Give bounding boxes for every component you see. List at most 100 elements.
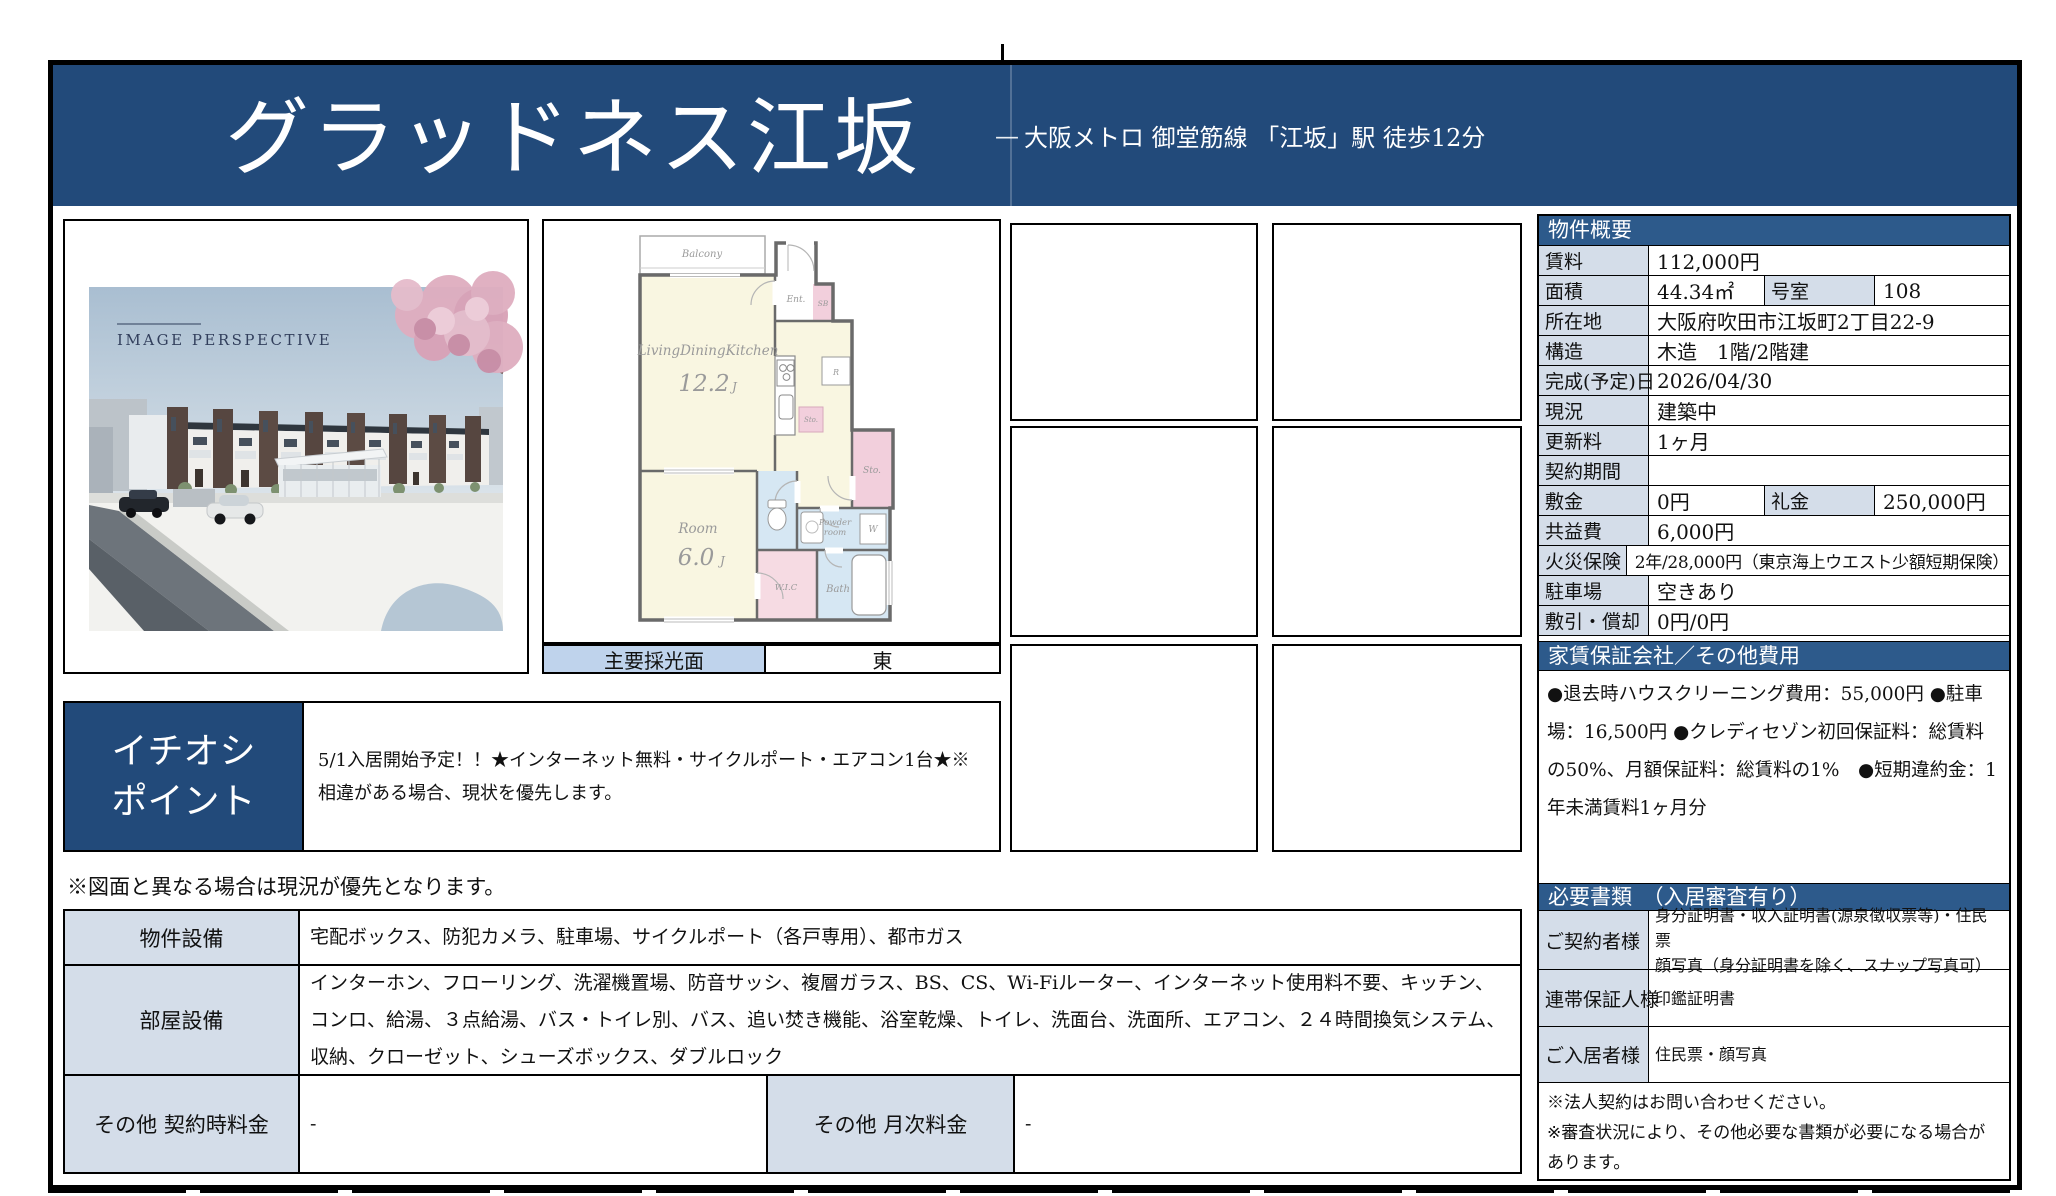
row-value: 0円/0円 <box>1649 606 2009 635</box>
overview-row: 火災保険2年/28,000円（東京海上ウエスト少額短期保険） <box>1539 546 2009 576</box>
guarantee-body: ●退去時ハウスクリーニング費用：55,000円 ●駐車場：16,500円 ●クレ… <box>1539 671 2009 884</box>
row-label: 面積 <box>1539 276 1649 305</box>
row-label: 駐車場 <box>1539 576 1649 605</box>
property-title: グラッドネス江坂 <box>225 65 921 206</box>
perspective-image: IMAGE PERSPECTIVE <box>65 221 527 672</box>
overview-row: 共益費6,000円 <box>1539 516 2009 546</box>
row-value: 2年/28,000円（東京海上ウエスト少額短期保険） <box>1627 546 2009 575</box>
other-contract-value: - <box>300 1076 768 1172</box>
row-label: 共益費 <box>1539 516 1649 545</box>
lighting-row: 主要採光面 東 <box>542 644 1001 674</box>
documents-notes: ※法人契約はお問い合わせください。 ※審査状況により、その他必要な書類が必要にな… <box>1539 1083 2009 1179</box>
other-fees-row: その他 契約時料金 - その他 月次料金 - <box>65 1076 1520 1172</box>
other-contract-label: その他 契約時料金 <box>65 1076 300 1172</box>
row-label: 部屋設備 <box>65 966 300 1074</box>
section-overview: 物件概要 <box>1539 216 2009 246</box>
row-value: 6,000円 <box>1649 516 2009 545</box>
document-row: 連帯保証人様印鑑証明書 <box>1539 970 2009 1027</box>
room-label: Room <box>677 521 717 537</box>
row-label: 所在地 <box>1539 306 1649 335</box>
fridge-label: R <box>832 368 839 377</box>
image-placeholder-1 <box>1010 223 1258 421</box>
dash-mark: — <box>995 122 1019 150</box>
overview-row: 更新料1ヶ月 <box>1539 426 2009 456</box>
property-summary-panel: 物件概要 賃料112,000円 面積 44.34㎡ 号室 108 所在地大阪府吹… <box>1537 214 2011 1181</box>
row-value: 建築中 <box>1649 396 2009 425</box>
overview-row: 完成(予定)日2026/04/30 <box>1539 366 2009 396</box>
row-label: ご契約者様 <box>1539 911 1649 969</box>
room-size: 6.0 <box>678 545 715 571</box>
lighting-value: 東 <box>766 646 999 672</box>
image-placeholder-2 <box>1272 223 1522 421</box>
equipment-row: 物件設備 宅配ボックス、防犯カメラ、駐車場、サイクルポート（各戸専用）、都市ガス <box>65 911 1520 966</box>
document-row: ご契約者様身分証明書・収入証明書(源泉徴収票等)・住民票 顔写真（身分証明書を除… <box>1539 911 2009 970</box>
row-label-2: 号室 <box>1765 276 1875 305</box>
row-label: 火災保険 <box>1539 546 1627 575</box>
pickup-section: イチオシ ポイント 5/1入居開始予定！！★インターネット無料・サイクルポート・… <box>63 701 1001 852</box>
wic-label: W.I.C <box>775 583 798 593</box>
ldk-size: 12.2 <box>678 371 729 397</box>
other-monthly-label: その他 月次料金 <box>768 1076 1015 1172</box>
storage-small-label: Sto. <box>804 416 818 424</box>
balcony-label: Balcony <box>681 249 723 260</box>
row-value: 印鑑証明書 <box>1649 970 2009 1026</box>
row-label: 完成(予定)日 <box>1539 366 1649 395</box>
overview-row: 賃料112,000円 <box>1539 246 2009 276</box>
overview-row: 駐車場空きあり <box>1539 576 2009 606</box>
row-value: 木造 1階/2階建 <box>1649 336 2009 365</box>
row-value: 身分証明書・収入証明書(源泉徴収票等)・住民票 顔写真（身分証明書を除く、スナッ… <box>1649 911 2009 969</box>
flyer-frame: グラッドネス江坂 — 大阪メトロ 御堂筋線 「江坂」駅 徒歩12分 <box>48 60 2022 1190</box>
row-value: 空きあり <box>1649 576 2009 605</box>
row-label: 構造 <box>1539 336 1649 365</box>
row-label-2: 礼金 <box>1765 486 1875 515</box>
row-label: 契約期間 <box>1539 456 1649 485</box>
header: グラッドネス江坂 — 大阪メトロ 御堂筋線 「江坂」駅 徒歩12分 <box>53 65 2017 206</box>
other-monthly-value: - <box>1015 1076 1520 1172</box>
pickup-title: イチオシ ポイント <box>65 703 304 850</box>
powder-label-1: Powder <box>818 518 852 528</box>
lighting-label: 主要採光面 <box>544 646 766 672</box>
row-label: 連帯保証人様 <box>1539 970 1649 1026</box>
exterior-photo: IMAGE PERSPECTIVE <box>63 219 529 674</box>
bath-label: Bath <box>825 584 850 595</box>
pickup-body: 5/1入居開始予定！！★インターネット無料・サイクルポート・エアコン1台★※相違… <box>304 703 999 850</box>
overview-row: 敷金 0円 礼金 250,000円 <box>1539 486 2009 516</box>
image-placeholder-6 <box>1272 644 1522 852</box>
row-label: 更新料 <box>1539 426 1649 455</box>
crop-mark-top <box>1001 44 1004 60</box>
row-value: 44.34㎡ <box>1649 276 1765 305</box>
station-info: — 大阪メトロ 御堂筋線 「江坂」駅 徒歩12分 <box>995 65 1485 206</box>
row-value-2: 108 <box>1875 276 2009 305</box>
image-placeholder-3 <box>1010 426 1258 637</box>
row-value: 2026/04/30 <box>1649 366 2009 395</box>
image-placeholder-4 <box>1272 426 1522 637</box>
row-value: 住民票・顔写真 <box>1649 1027 2009 1082</box>
washer-label: W <box>868 525 878 535</box>
image-placeholder-5 <box>1010 644 1258 852</box>
row-value <box>1649 456 2009 485</box>
row-value: インターホン、フローリング、洗濯機置場、防音サッシ、複層ガラス、BS、CS、Wi… <box>300 966 1520 1074</box>
row-value: 112,000円 <box>1649 246 2009 275</box>
entrance-label: Ent. <box>786 295 806 305</box>
image-caption: IMAGE PERSPECTIVE <box>117 331 332 349</box>
overview-row: 構造木造 1階/2階建 <box>1539 336 2009 366</box>
row-label: 物件設備 <box>65 911 300 964</box>
overview-row: 敷引・償却0円/0円 <box>1539 606 2009 636</box>
flyer-screenshot: { "colors": { "navy": "#224A7A", "sectio… <box>0 0 2056 1196</box>
overview-row: 所在地大阪府吹田市江坂町2丁目22-9 <box>1539 306 2009 336</box>
shoebox-label: SB <box>818 299 829 308</box>
row-value: 宅配ボックス、防犯カメラ、駐車場、サイクルポート（各戸専用）、都市ガス <box>300 911 1520 964</box>
row-value-2: 250,000円 <box>1875 486 2009 515</box>
overview-row: 現況建築中 <box>1539 396 2009 426</box>
caption-small-line <box>117 323 201 325</box>
storage-right-label: Sto. <box>863 466 881 476</box>
row-label: 敷引・償却 <box>1539 606 1649 635</box>
row-label: 敷金 <box>1539 486 1649 515</box>
station-text: 大阪メトロ 御堂筋線 「江坂」駅 徒歩12分 <box>1024 118 1485 153</box>
overview-row: 契約期間 <box>1539 456 2009 486</box>
plan-disclaimer: ※図面と異なる場合は現況が優先となります。 <box>67 871 505 901</box>
floorplan-box: Balcony Ent. SB LivingDiningKitchen 12.2… <box>542 219 1001 644</box>
row-label: ご入居者様 <box>1539 1027 1649 1082</box>
ldk-label: LivingDiningKitchen <box>637 343 779 359</box>
floorplan-drawing: Balcony Ent. SB LivingDiningKitchen 12.2… <box>544 221 999 642</box>
